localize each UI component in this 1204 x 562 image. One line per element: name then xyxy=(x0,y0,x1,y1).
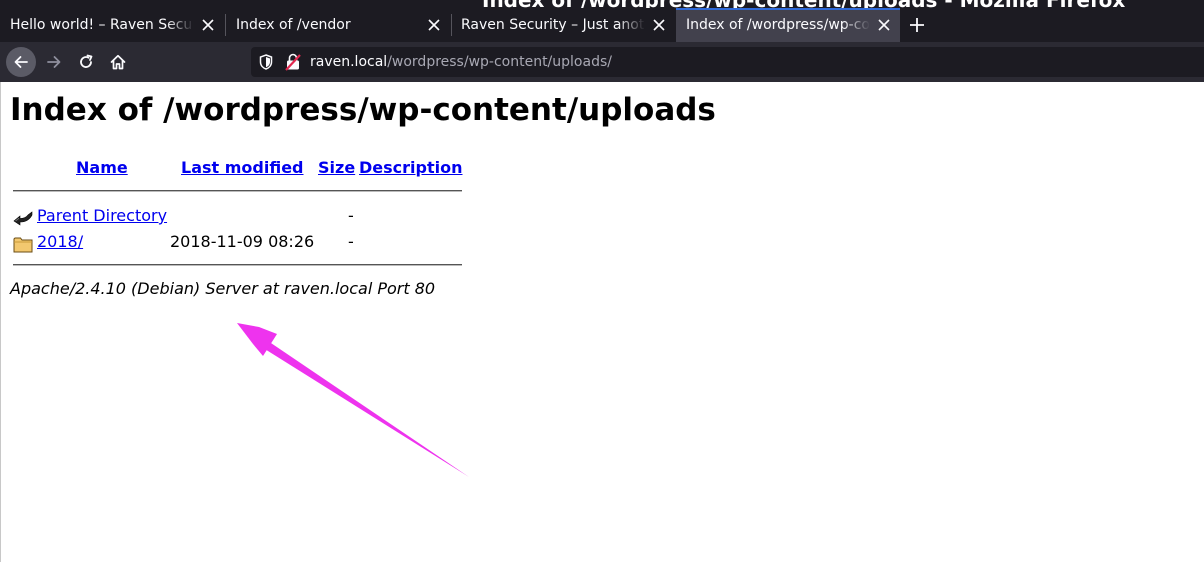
folder-icon xyxy=(13,234,33,258)
column-header-name[interactable]: Name xyxy=(76,158,128,177)
listing-row: 2018/ 2018-11-09 08:26 - xyxy=(13,232,473,254)
plus-icon xyxy=(910,18,924,32)
close-icon[interactable] xyxy=(876,8,892,42)
navigation-toolbar: raven.local/wordpress/wp-content/uploads… xyxy=(0,42,1204,82)
parent-directory-link[interactable]: Parent Directory xyxy=(37,206,167,225)
column-header-size[interactable]: Size xyxy=(318,158,355,177)
url-text[interactable]: raven.local/wordpress/wp-content/uploads… xyxy=(310,47,612,77)
annotation-arrow-icon xyxy=(237,323,469,477)
reload-icon xyxy=(80,54,93,68)
row-size: - xyxy=(348,232,354,251)
arrow-left-icon xyxy=(14,56,28,68)
folder-link-2018[interactable]: 2018/ xyxy=(37,232,83,251)
tab-label: Raven Security – Just another WordPress … xyxy=(461,17,645,33)
divider xyxy=(13,190,462,192)
url-path: /wordpress/wp-content/uploads/ xyxy=(387,54,612,70)
close-icon[interactable] xyxy=(651,8,667,42)
tab-label: Index of /vendor xyxy=(236,17,351,33)
page-title: Index of /wordpress/wp-content/uploads xyxy=(10,92,716,128)
tab-raven-security[interactable]: Raven Security – Just another WordPress … xyxy=(451,8,675,42)
server-signature: Apache/2.4.10 (Debian) Server at raven.l… xyxy=(10,279,436,298)
tab-index-vendor[interactable]: Index of /vendor xyxy=(226,8,450,42)
close-icon[interactable] xyxy=(200,8,216,42)
row-size: - xyxy=(348,206,354,225)
forward-button[interactable] xyxy=(39,47,69,77)
window-titlebar: Index of /wordpress/wp-content/uploads -… xyxy=(0,0,1204,8)
insecure-lock-icon[interactable] xyxy=(285,53,301,75)
page-content: Index of /wordpress/wp-content/uploads N… xyxy=(0,82,1204,562)
back-arrow-icon xyxy=(13,208,33,232)
home-icon xyxy=(110,54,126,70)
home-button[interactable] xyxy=(103,47,133,77)
close-icon[interactable] xyxy=(426,8,442,42)
row-modified: 2018-11-09 08:26 xyxy=(170,232,315,251)
tab-label: Hello world! – Raven Security – Just ano… xyxy=(10,17,194,33)
new-tab-button[interactable] xyxy=(906,8,928,42)
arrow-right-icon xyxy=(47,56,61,68)
tab-index-uploads[interactable]: Index of /wordpress/wp-content/uploads xyxy=(676,8,900,42)
column-header-description[interactable]: Description xyxy=(359,158,462,177)
url-host: raven.local xyxy=(310,54,388,70)
tab-label: Index of /wordpress/wp-content/uploads xyxy=(686,17,870,33)
tab-hello-world[interactable]: Hello world! – Raven Security – Just ano… xyxy=(0,8,224,42)
reload-button[interactable] xyxy=(71,47,101,77)
tab-strip: Hello world! – Raven Security – Just ano… xyxy=(0,8,1204,42)
divider xyxy=(13,264,462,266)
address-bar[interactable]: raven.local/wordpress/wp-content/uploads… xyxy=(251,47,1204,77)
window-title: Index of /wordpress/wp-content/uploads -… xyxy=(482,0,1125,8)
shield-icon[interactable] xyxy=(259,54,273,74)
column-header-last-modified[interactable]: Last modified xyxy=(181,158,304,177)
back-button[interactable] xyxy=(6,47,36,77)
listing-row: Parent Directory - xyxy=(13,206,473,228)
